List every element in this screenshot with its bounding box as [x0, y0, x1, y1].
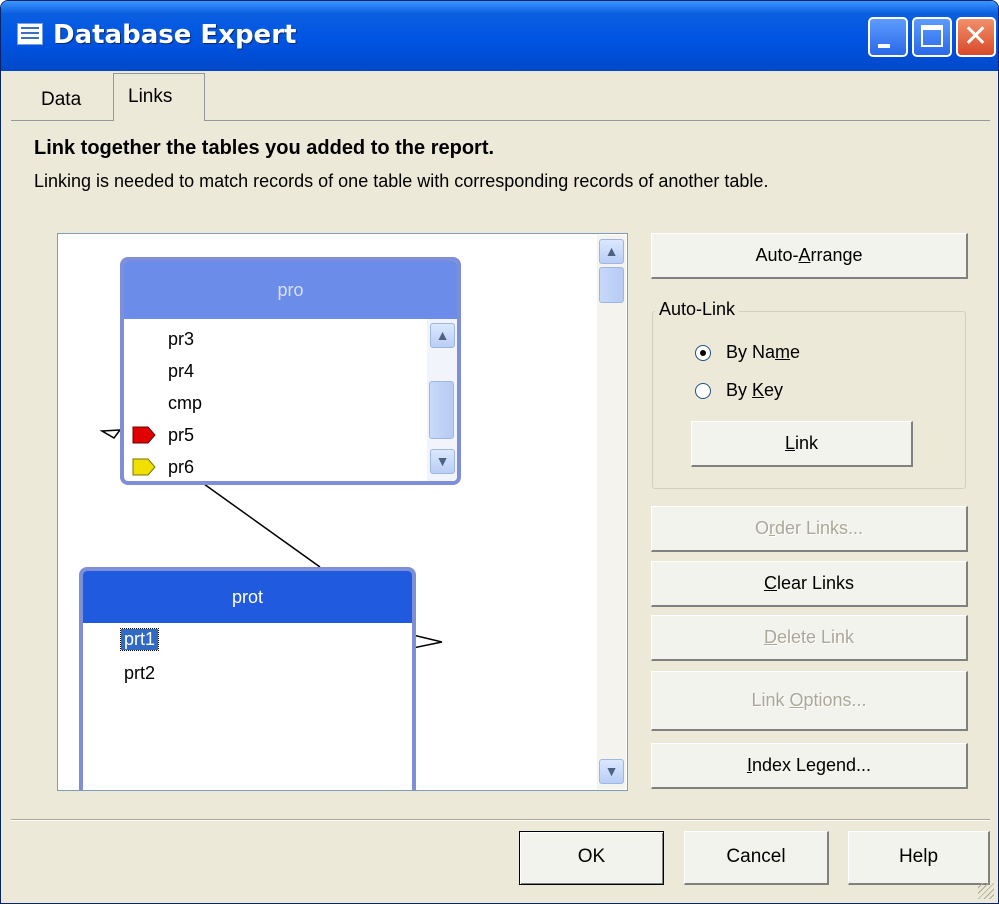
- link-options-button[interactable]: Link Options...: [651, 671, 968, 731]
- tab-data[interactable]: Data: [41, 89, 81, 111]
- title-bar[interactable]: Database Expert ✕: [1, 1, 998, 71]
- scroll-thumb[interactable]: [429, 381, 454, 439]
- help-button[interactable]: Help: [848, 831, 990, 885]
- scroll-up-icon[interactable]: ▲: [599, 239, 624, 264]
- index-legend-button[interactable]: Index Legend...: [651, 743, 968, 789]
- tab-links[interactable]: Links: [113, 73, 205, 121]
- footer-separator: [11, 820, 990, 821]
- by-key-label[interactable]: By Key: [726, 380, 783, 401]
- minimize-icon: [878, 44, 890, 48]
- index-red-icon: [132, 426, 156, 444]
- field-pr3[interactable]: pr3: [168, 329, 194, 350]
- link-line[interactable]: [203, 483, 321, 568]
- field-prt1[interactable]: prt1: [119, 628, 160, 651]
- table-pro[interactable]: pro pr3 pr4 cmp pr5 pr6 ▲ ▼: [120, 257, 461, 485]
- field-pr5[interactable]: pr5: [168, 425, 194, 446]
- index-yellow-icon: [132, 458, 156, 476]
- field-prt2[interactable]: prt2: [124, 663, 155, 684]
- field-cmp[interactable]: cmp: [168, 393, 202, 414]
- clear-links-button[interactable]: Clear Links: [651, 561, 968, 607]
- window-title: Database Expert: [53, 20, 297, 50]
- link-arrow-left: [99, 429, 122, 439]
- maximize-icon: [921, 25, 943, 47]
- scroll-up-icon[interactable]: ▲: [430, 323, 455, 348]
- tab-divider: [205, 120, 990, 121]
- auto-link-label: Auto-Link: [655, 299, 740, 320]
- resize-grip-icon[interactable]: [978, 883, 994, 899]
- link-button[interactable]: Link: [691, 421, 913, 467]
- canvas-scrollbar[interactable]: ▲ ▼: [597, 235, 626, 789]
- maximize-button[interactable]: [912, 17, 952, 57]
- by-name-radio[interactable]: [695, 345, 711, 361]
- link-arrow-right: [412, 634, 443, 649]
- by-key-radio[interactable]: [695, 383, 711, 399]
- instruction-description: Linking is needed to match records of on…: [34, 171, 769, 191]
- cancel-button[interactable]: Cancel: [684, 831, 829, 885]
- database-expert-window: Database Expert ✕ Data Links Link togeth…: [0, 0, 999, 904]
- order-links-button[interactable]: Order Links...: [651, 506, 968, 552]
- minimize-button[interactable]: [868, 17, 908, 57]
- ok-button[interactable]: OK: [519, 831, 664, 885]
- close-button[interactable]: ✕: [956, 17, 996, 57]
- table-header[interactable]: prot: [83, 571, 412, 623]
- table-scrollbar[interactable]: ▲ ▼: [427, 319, 457, 481]
- by-name-label[interactable]: By Name: [726, 342, 800, 363]
- auto-arrange-button[interactable]: Auto-Arrange: [651, 233, 968, 279]
- table-prot[interactable]: prot prt1 prt2: [79, 567, 416, 790]
- close-icon: ✕: [963, 19, 989, 54]
- scroll-down-icon[interactable]: ▼: [599, 759, 624, 784]
- field-pr6[interactable]: pr6: [168, 457, 194, 478]
- table-header[interactable]: pro: [124, 261, 457, 319]
- database-icon: [17, 23, 43, 45]
- link-diagram-canvas[interactable]: pro pr3 pr4 cmp pr5 pr6 ▲ ▼ prot prt1 pr…: [57, 233, 628, 791]
- scroll-down-icon[interactable]: ▼: [430, 449, 455, 474]
- field-pr4[interactable]: pr4: [168, 361, 194, 382]
- scroll-thumb[interactable]: [599, 267, 624, 303]
- delete-link-button[interactable]: Delete Link: [651, 615, 968, 661]
- tab-divider: [11, 120, 113, 121]
- instruction-heading: Link together the tables you added to th…: [34, 137, 495, 159]
